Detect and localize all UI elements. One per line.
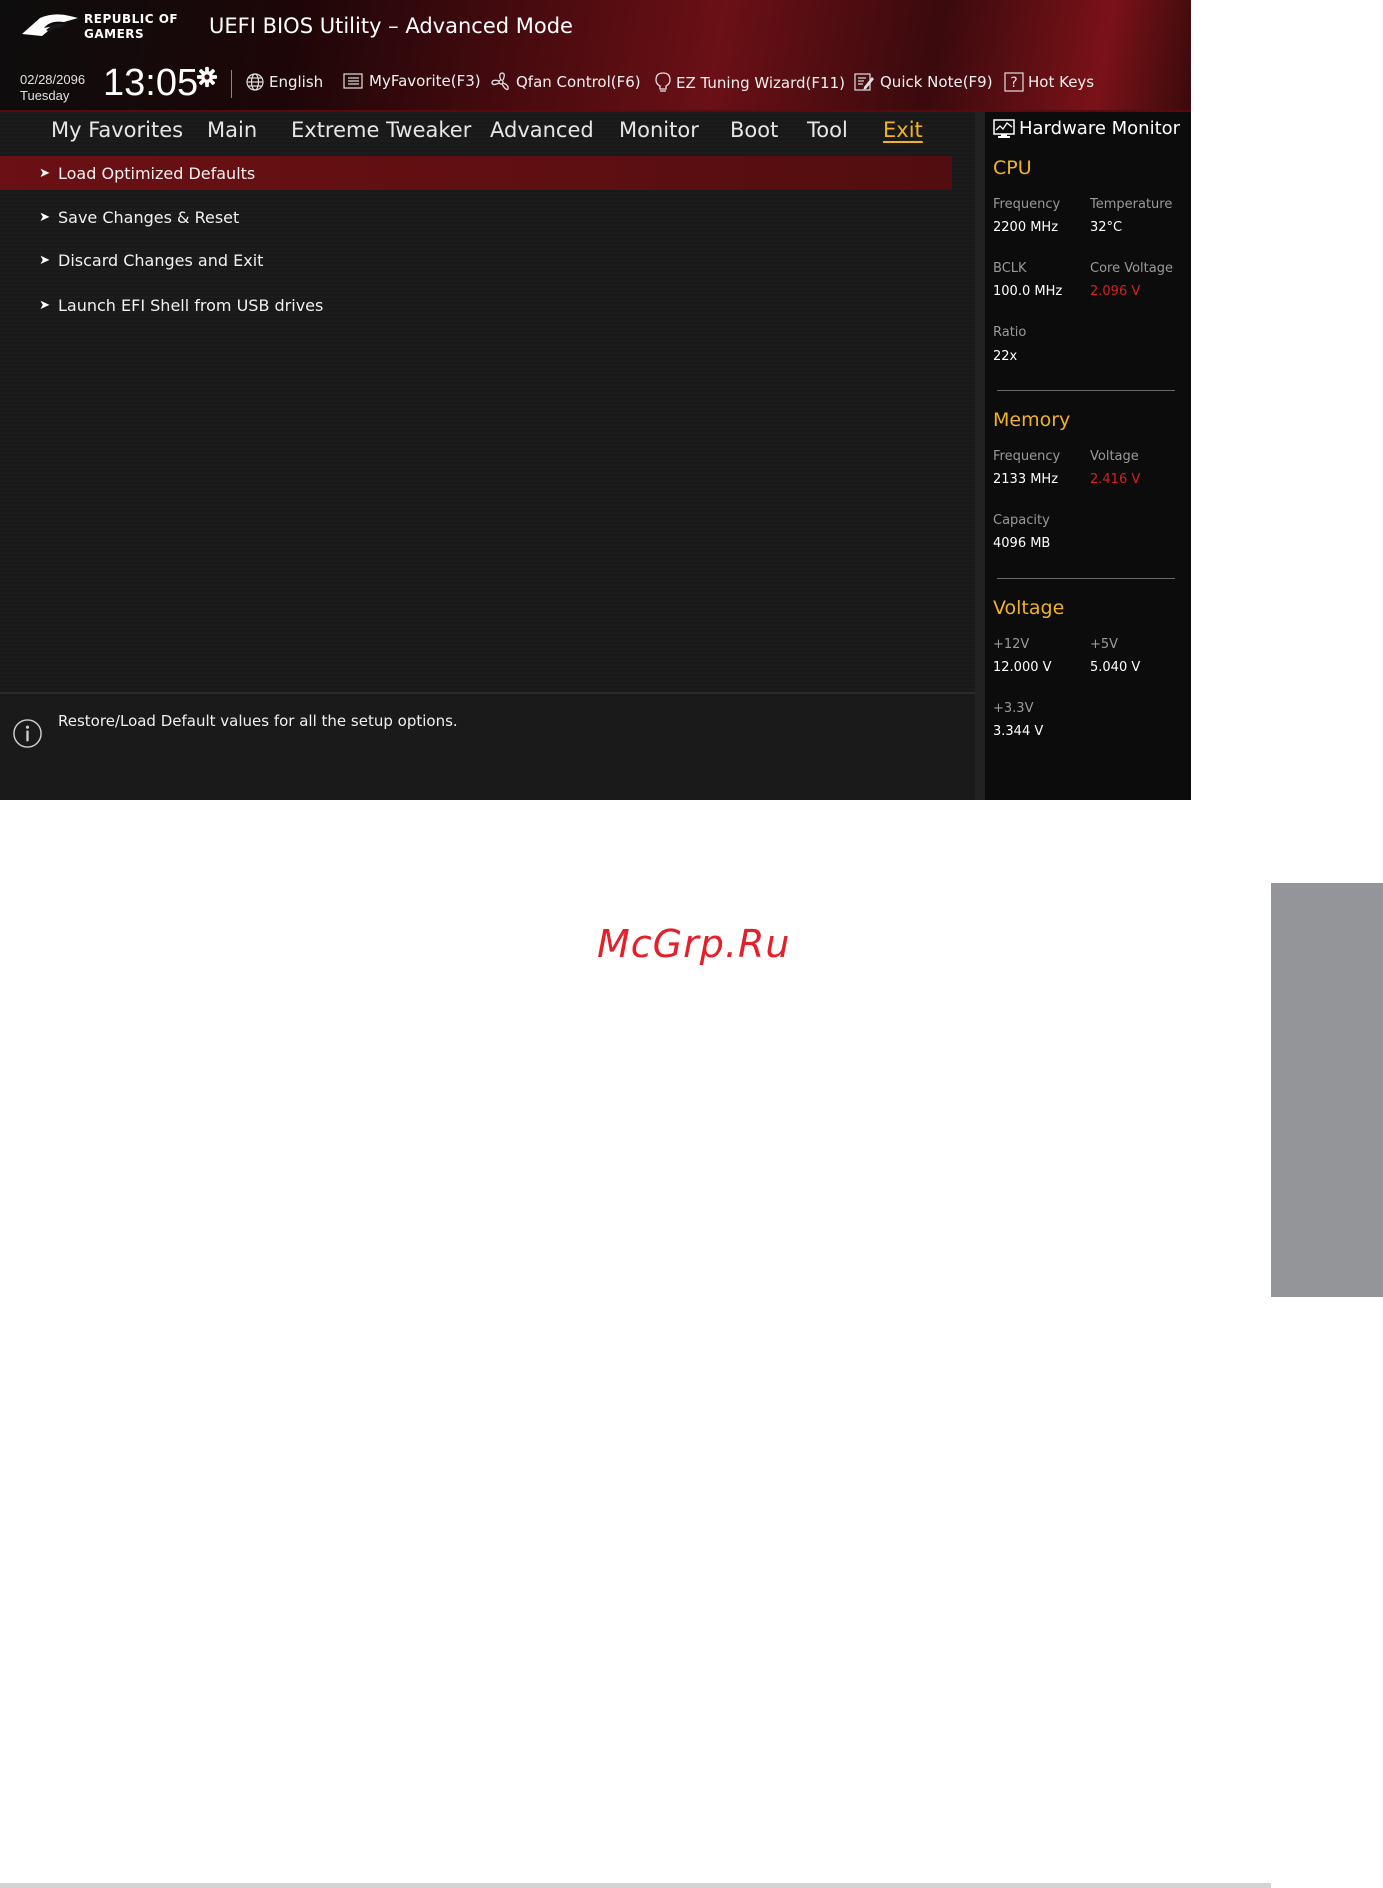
- cpu-temperature-value: 32°C: [1090, 220, 1123, 235]
- core-voltage-value: 2.096 V: [1090, 284, 1141, 299]
- cpu-frequency-value: 2200 MHz: [993, 220, 1059, 235]
- cpu-temperature-label: Temperature: [1090, 197, 1173, 212]
- hardware-monitor-label: Hardware Monitor: [1019, 118, 1181, 139]
- arrow-right-icon: ➤: [39, 252, 50, 268]
- globe-icon: [246, 73, 264, 91]
- tab-main[interactable]: Main: [207, 118, 257, 142]
- date: 02/28/2096: [20, 72, 86, 87]
- memory-voltage-label: Voltage: [1090, 449, 1139, 464]
- cpu-frequency-label: Frequency: [993, 197, 1061, 212]
- menu-item-launch-efi-shell[interactable]: ➤ Launch EFI Shell from USB drives: [0, 288, 952, 322]
- hardware-monitor-panel: Hardware Monitor CPU Frequency Temperatu…: [975, 112, 1191, 800]
- ez-tuning-label: EZ Tuning Wizard(F11): [676, 74, 845, 92]
- hot-keys-label: Hot Keys: [1028, 73, 1095, 91]
- memory-frequency-label: Frequency: [993, 449, 1061, 464]
- info-icon: [13, 719, 42, 748]
- weekday: Tuesday: [20, 88, 70, 103]
- toolbar-divider: [231, 70, 232, 98]
- monitor-icon: [993, 118, 1015, 138]
- v5-label: +5V: [1090, 637, 1119, 652]
- tab-advanced[interactable]: Advanced: [490, 118, 594, 142]
- quick-note-button[interactable]: Quick Note(F9): [854, 72, 993, 92]
- core-voltage-label: Core Voltage: [1090, 261, 1173, 276]
- question-icon: ?: [1004, 72, 1024, 92]
- memory-heading: Memory: [993, 409, 1071, 431]
- language-label: English: [269, 73, 324, 91]
- language-button[interactable]: English: [245, 72, 323, 92]
- menu-item-save-changes-reset[interactable]: ➤ Save Changes & Reset: [0, 200, 952, 234]
- arrow-right-icon: ➤: [39, 165, 50, 181]
- arrow-right-icon: ➤: [39, 209, 50, 225]
- svg-text:?: ?: [1010, 75, 1017, 91]
- capacity-label: Capacity: [993, 513, 1050, 528]
- capacity-value: 4096 MB: [993, 536, 1051, 551]
- tab-monitor[interactable]: Monitor: [619, 118, 699, 142]
- date-block: 02/28/2096 Tuesday: [20, 72, 85, 104]
- qfan-label: Qfan Control(F6): [516, 73, 641, 91]
- menu-item-label: Load Optimized Defaults: [58, 163, 256, 183]
- favorites-list-icon: [343, 73, 363, 89]
- v12-value: 12.000 V: [993, 660, 1052, 675]
- fan-icon: [491, 72, 509, 91]
- help-text: Restore/Load Default values for all the …: [58, 712, 458, 730]
- note-pencil-icon: [854, 73, 874, 91]
- gear-icon[interactable]: [196, 66, 218, 88]
- tab-my-favorites[interactable]: My Favorites: [51, 118, 183, 142]
- v33-value: 3.344 V: [993, 724, 1044, 739]
- page-side-tab: [1271, 883, 1383, 1297]
- bclk-label: BCLK: [993, 261, 1027, 276]
- page-bottom-rule: [0, 1883, 1271, 1888]
- hot-keys-button[interactable]: ? Hot Keys: [1004, 72, 1094, 92]
- section-divider: [997, 578, 1175, 579]
- menu-item-discard-changes-exit[interactable]: ➤ Discard Changes and Exit: [0, 243, 952, 277]
- myfavorite-label: MyFavorite(F3): [369, 72, 481, 90]
- v12-label: +12V: [993, 637, 1030, 652]
- section-divider: [997, 390, 1175, 391]
- v5-value: 5.040 V: [1090, 660, 1141, 675]
- bclk-value: 100.0 MHz: [993, 284, 1063, 299]
- v33-label: +3.3V: [993, 701, 1034, 716]
- tab-exit[interactable]: Exit: [883, 118, 923, 142]
- clock: 13:05: [103, 62, 199, 104]
- rog-logo: REPUBLIC OF GAMERS: [20, 10, 190, 44]
- ratio-label: Ratio: [993, 325, 1027, 340]
- logo-line2: GAMERS: [84, 27, 145, 41]
- watermark-text: McGrp.Ru: [597, 922, 791, 966]
- ez-tuning-wizard-button[interactable]: EZ Tuning Wizard(F11): [654, 72, 845, 94]
- app-title: UEFI BIOS Utility – Advanced Mode: [209, 14, 573, 38]
- menu-item-label: Discard Changes and Exit: [58, 250, 264, 270]
- memory-frequency-value: 2133 MHz: [993, 472, 1059, 487]
- hardware-monitor-title: Hardware Monitor: [993, 118, 1180, 139]
- tab-extreme-tweaker[interactable]: Extreme Tweaker: [291, 118, 471, 142]
- main-tabs: My Favorites Main Extreme Tweaker Advanc…: [0, 112, 970, 154]
- tab-tool[interactable]: Tool: [807, 118, 848, 142]
- ratio-value: 22x: [993, 349, 1018, 364]
- logo-line1: REPUBLIC OF: [84, 12, 179, 26]
- cpu-heading: CPU: [993, 157, 1032, 179]
- tab-boot[interactable]: Boot: [730, 118, 778, 142]
- myfavorite-button[interactable]: MyFavorite(F3): [343, 72, 481, 90]
- rog-eye-icon: [22, 14, 78, 36]
- menu-item-load-optimized-defaults[interactable]: ➤ Load Optimized Defaults: [0, 156, 952, 190]
- arrow-right-icon: ➤: [39, 297, 50, 313]
- lightbulb-icon: [655, 72, 671, 92]
- title-bar: REPUBLIC OF GAMERS UEFI BIOS Utility – A…: [0, 0, 1191, 112]
- qfan-control-button[interactable]: Qfan Control(F6): [490, 72, 641, 92]
- help-bar: Restore/Load Default values for all the …: [0, 692, 975, 800]
- bios-window: REPUBLIC OF GAMERS UEFI BIOS Utility – A…: [0, 0, 1191, 800]
- menu-item-label: Launch EFI Shell from USB drives: [58, 295, 324, 315]
- voltage-heading: Voltage: [993, 597, 1065, 619]
- memory-voltage-value: 2.416 V: [1090, 472, 1141, 487]
- menu-item-label: Save Changes & Reset: [58, 207, 240, 227]
- quick-note-label: Quick Note(F9): [880, 73, 993, 91]
